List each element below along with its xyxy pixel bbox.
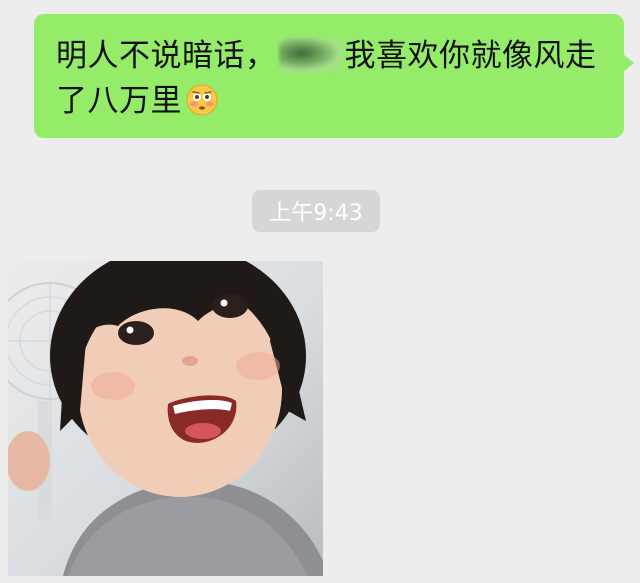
flushed-face-emoji-icon (186, 84, 218, 116)
message-timestamp: 上午9:43 (252, 190, 380, 232)
incoming-photo-message[interactable] (8, 261, 323, 576)
message-text-part1: 明人不说暗话， (56, 38, 277, 74)
message-text: 明人不说暗话， 我喜欢你就像风走了八万里 (56, 34, 604, 124)
bubble-tail (623, 54, 634, 72)
blurred-name (278, 38, 343, 72)
outgoing-message-bubble[interactable]: 明人不说暗话， 我喜欢你就像风走了八万里 (34, 14, 634, 138)
chat-view: 明人不说暗话， 我喜欢你就像风走了八万里 上午9:43 (0, 0, 640, 583)
smiling-child-photo (8, 261, 323, 576)
